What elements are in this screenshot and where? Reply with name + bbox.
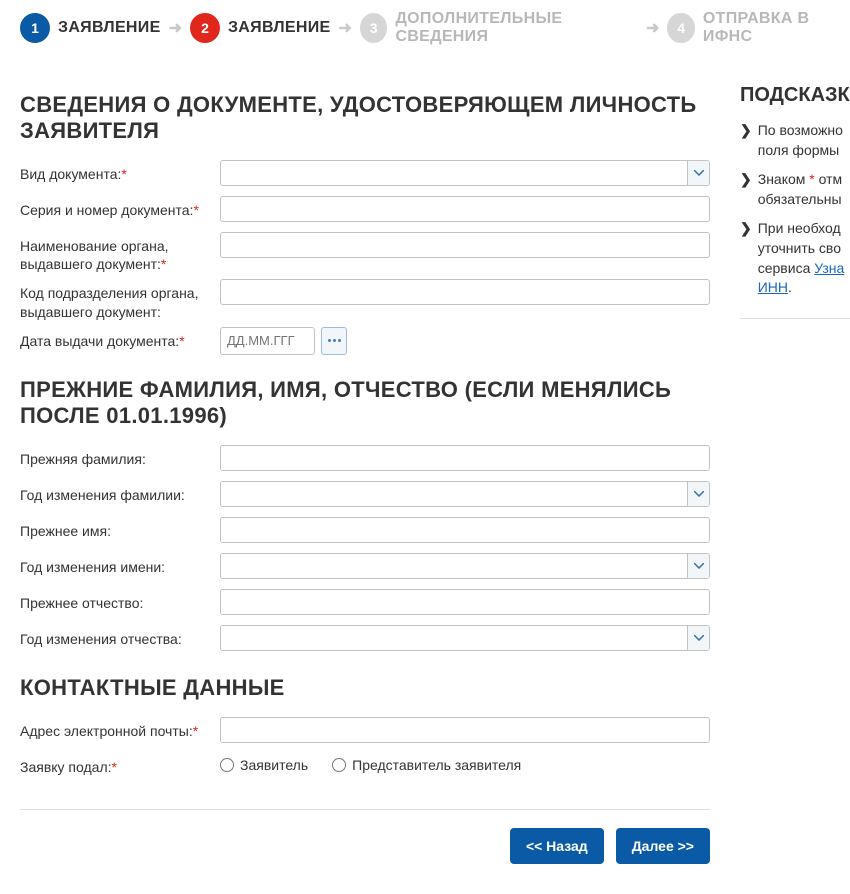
chevron-down-icon[interactable] bbox=[687, 161, 709, 185]
chevron-right-icon: ➜ bbox=[646, 18, 659, 38]
select-name-year[interactable] bbox=[220, 553, 710, 579]
input-prev-surname[interactable] bbox=[220, 445, 710, 471]
step-label-1: ЗАЯВЛЕНИЕ bbox=[58, 19, 161, 37]
link-service[interactable]: Узна bbox=[814, 260, 844, 276]
sidebar-divider bbox=[740, 318, 850, 319]
form-column: СВЕДЕНИЯ О ДОКУМЕНТЕ, УДОСТОВЕРЯЮЩЕМ ЛИЧ… bbox=[20, 72, 710, 864]
link-inn[interactable]: ИНН bbox=[758, 279, 788, 295]
step-label-2: ЗАЯВЛЕНИЕ bbox=[228, 19, 331, 37]
label-surname-year: Год изменения фамилии: bbox=[20, 481, 220, 504]
step-label-4: ОТПРАВКА В ИФНС bbox=[703, 10, 850, 46]
field-email: Адрес электронной почты:* bbox=[20, 717, 710, 747]
label-doc-series: Серия и номер документа:* bbox=[20, 196, 220, 219]
step-1[interactable]: 1 ЗАЯВЛЕНИЕ bbox=[20, 13, 161, 43]
field-prev-name: Прежнее имя: bbox=[20, 517, 710, 547]
input-doc-date[interactable] bbox=[220, 327, 315, 355]
section-title-document: СВЕДЕНИЯ О ДОКУМЕНТЕ, УДОСТОВЕРЯЮЩЕМ ЛИЧ… bbox=[20, 92, 710, 144]
sidebar-hints: ПОДСКАЗКА ❯ По возможнополя формы ❯ Знак… bbox=[740, 72, 850, 319]
chevron-right-icon: ❯ bbox=[740, 121, 752, 160]
field-prev-patr: Прежнее отчество: bbox=[20, 589, 710, 619]
label-name-year: Год изменения имени: bbox=[20, 553, 220, 576]
label-doc-issuer: Наименование органа, выдавшего документ:… bbox=[20, 232, 220, 273]
radio-submitter-self[interactable]: Заявитель bbox=[220, 757, 308, 773]
chevron-right-icon: ➜ bbox=[339, 18, 352, 38]
hint-item: ❯ По возможнополя формы bbox=[740, 121, 850, 160]
field-name-year: Год изменения имени: bbox=[20, 553, 710, 583]
radio-label-rep: Представитель заявителя bbox=[352, 757, 521, 773]
radio-submitter-rep[interactable]: Представитель заявителя bbox=[332, 757, 521, 773]
input-doc-issuer[interactable] bbox=[220, 232, 710, 258]
input-email[interactable] bbox=[220, 717, 710, 743]
field-doc-series: Серия и номер документа:* bbox=[20, 196, 710, 226]
step-circle-2: 2 bbox=[190, 13, 220, 43]
step-circle-1: 1 bbox=[20, 13, 50, 43]
sidebar-title: ПОДСКАЗКА bbox=[740, 84, 850, 107]
stepper: 1 ЗАЯВЛЕНИЕ ➜ 2 ЗАЯВЛЕНИЕ ➜ 3 ДОПОЛНИТЕЛ… bbox=[20, 10, 850, 46]
section-title-previous-names: ПРЕЖНИЕ ФАМИЛИЯ, ИМЯ, ОТЧЕСТВО (ЕСЛИ МЕН… bbox=[20, 377, 710, 429]
date-picker-button[interactable] bbox=[321, 327, 347, 355]
step-3[interactable]: 3 ДОПОЛНИТЕЛЬНЫЕ СВЕДЕНИЯ bbox=[360, 10, 638, 46]
hint-item: ❯ При необход уточнить сво сервиса Узна … bbox=[740, 219, 850, 297]
ellipsis-icon bbox=[328, 339, 341, 342]
input-prev-name[interactable] bbox=[220, 517, 710, 543]
back-button[interactable]: << Назад bbox=[510, 828, 604, 864]
radio-input-self[interactable] bbox=[220, 758, 234, 772]
radio-label-self: Заявитель bbox=[240, 757, 308, 773]
field-doc-code: Код подразделения органа, выдавшего доку… bbox=[20, 279, 710, 320]
radio-input-rep[interactable] bbox=[332, 758, 346, 772]
section-title-contact: КОНТАКТНЫЕ ДАННЫЕ bbox=[20, 675, 710, 701]
label-doc-date: Дата выдачи документа:* bbox=[20, 327, 220, 350]
label-submitter: Заявку подал:* bbox=[20, 753, 220, 776]
hint-item: ❯ Знаком * отмобязательны bbox=[740, 170, 850, 209]
divider bbox=[20, 809, 710, 810]
chevron-right-icon: ❯ bbox=[740, 219, 752, 297]
label-doc-code: Код подразделения органа, выдавшего доку… bbox=[20, 279, 220, 320]
label-patr-year: Год изменения отчества: bbox=[20, 625, 220, 648]
field-surname-year: Год изменения фамилии: bbox=[20, 481, 710, 511]
step-4[interactable]: 4 ОТПРАВКА В ИФНС bbox=[667, 10, 850, 46]
label-email: Адрес электронной почты:* bbox=[20, 717, 220, 740]
chevron-right-icon: ➜ bbox=[169, 18, 182, 38]
input-prev-patr[interactable] bbox=[220, 589, 710, 615]
field-doc-date: Дата выдачи документа:* bbox=[20, 327, 710, 357]
field-submitter: Заявку подал:* Заявитель Представитель з… bbox=[20, 753, 710, 783]
input-doc-code[interactable] bbox=[220, 279, 710, 305]
field-prev-surname: Прежняя фамилия: bbox=[20, 445, 710, 475]
field-doc-issuer: Наименование органа, выдавшего документ:… bbox=[20, 232, 710, 273]
chevron-down-icon[interactable] bbox=[687, 626, 709, 650]
next-button[interactable]: Далее >> bbox=[616, 828, 710, 864]
chevron-down-icon[interactable] bbox=[687, 482, 709, 506]
input-doc-series[interactable] bbox=[220, 196, 710, 222]
label-prev-name: Прежнее имя: bbox=[20, 517, 220, 540]
step-2[interactable]: 2 ЗАЯВЛЕНИЕ bbox=[190, 13, 331, 43]
select-doc-type[interactable] bbox=[220, 160, 710, 186]
chevron-right-icon: ❯ bbox=[740, 170, 752, 209]
select-surname-year[interactable] bbox=[220, 481, 710, 507]
select-patr-year[interactable] bbox=[220, 625, 710, 651]
label-doc-type: Вид документа:* bbox=[20, 160, 220, 183]
step-circle-4: 4 bbox=[667, 13, 694, 43]
nav-buttons: << Назад Далее >> bbox=[20, 828, 710, 864]
chevron-down-icon[interactable] bbox=[687, 554, 709, 578]
label-prev-surname: Прежняя фамилия: bbox=[20, 445, 220, 468]
field-patr-year: Год изменения отчества: bbox=[20, 625, 710, 655]
label-prev-patr: Прежнее отчество: bbox=[20, 589, 220, 612]
step-label-3: ДОПОЛНИТЕЛЬНЫЕ СВЕДЕНИЯ bbox=[395, 10, 638, 46]
step-circle-3: 3 bbox=[360, 13, 388, 43]
field-doc-type: Вид документа:* bbox=[20, 160, 710, 190]
